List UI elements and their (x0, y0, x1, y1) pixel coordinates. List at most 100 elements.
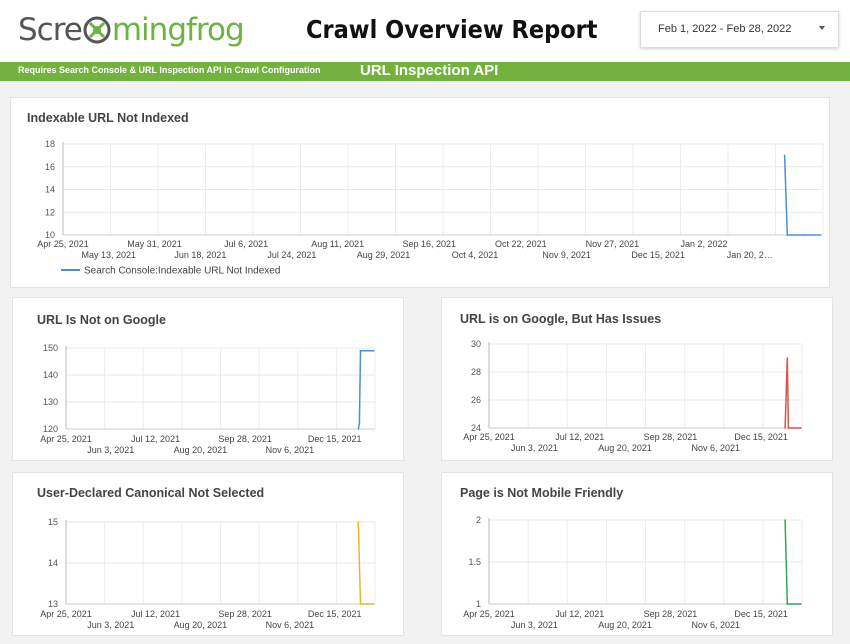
x-tick-label: Aug 20, 2021 (598, 620, 652, 630)
y-tick-label: 1 (476, 599, 481, 609)
data-point (787, 427, 790, 429)
data-point (786, 357, 789, 359)
x-tick-label: May 13, 2021 (82, 250, 137, 260)
data-point (366, 349, 368, 352)
x-tick-label: Jul 24, 2021 (267, 250, 316, 260)
logo-text-part2: mingfrog (111, 12, 245, 48)
y-tick-label: 12 (45, 207, 55, 217)
y-tick-label: 150 (43, 343, 58, 353)
chart-card-url-not-on-google: URL Is Not on Google 120 130 140 150 Apr 25,… (12, 297, 404, 461)
y-tick-label: 130 (43, 397, 58, 407)
y-tick-label: 14 (45, 185, 55, 195)
x-tick-label: Dec 15, 2021 (734, 609, 788, 619)
data-point (800, 603, 802, 605)
screamingfrog-logo: Scre mingfrog (18, 12, 245, 48)
x-tick-label: Nov 9, 2021 (542, 250, 591, 260)
x-tick-label: Jan 2, 2022 (680, 239, 727, 249)
data-point (783, 154, 786, 157)
x-tick-label: Dec 15, 2021 (734, 432, 788, 442)
x-tick-label: Apr 25, 2021 (40, 609, 92, 619)
x-tick-label: Jan 20, 2… (727, 250, 773, 260)
x-tick-label: Aug 20, 2021 (174, 445, 228, 455)
chart-indexable-not-indexed: 1012141618Apr 25, 2021 May 31, 2021 Jul 6,… (37, 139, 824, 277)
x-tick-label: Apr 25, 2021 (40, 434, 92, 444)
x-tick-label: Nov 6, 2021 (692, 620, 741, 630)
x-tick-label: Dec 15, 2021 (308, 609, 362, 619)
data-point (359, 349, 362, 352)
x-tick-label: Sep 28, 2021 (218, 434, 272, 444)
x-tick-label: Jul 12, 2021 (555, 609, 604, 619)
data-point (784, 427, 786, 429)
data-point (786, 603, 789, 605)
x-tick-label: Sep 28, 2021 (644, 609, 698, 619)
y-tick-label: 1.5 (468, 557, 481, 567)
chevron-down-icon[interactable] (819, 26, 825, 30)
x-tick-label: Sep 28, 2021 (644, 432, 698, 442)
page-title: Crawl Overview Report (306, 15, 598, 44)
report-header: Scre mingfrog Crawl Overview Report Feb 1… (0, 0, 850, 62)
data-point (373, 603, 375, 605)
chart-url-not-on-google: 120 130 140 150 Apr 25, 2021 Jul 12, 2021 Sep … (40, 343, 376, 455)
x-tick-label: Nov 6, 2021 (266, 620, 315, 630)
data-point (800, 427, 802, 429)
data-point (358, 422, 361, 425)
x-tick-label: Nov 6, 2021 (266, 445, 315, 455)
x-tick-label: Jul 12, 2021 (131, 609, 180, 619)
y-tick-label: 15 (48, 517, 58, 527)
data-point (373, 349, 375, 352)
y-tick-label: 18 (45, 139, 55, 149)
info-banner: Requires Search Console & URL Inspection… (0, 62, 850, 81)
x-tick-label: Jun 3, 2021 (511, 443, 558, 453)
data-point (793, 603, 795, 605)
chart-card-indexable-not-indexed: Indexable URL Not Indexed 10 12 14 16 18 Apr … (10, 97, 830, 288)
x-tick-label: Jun 3, 2021 (87, 620, 134, 630)
x-tick-label: Dec 15, 2021 (308, 434, 362, 444)
x-tick-label: Aug 20, 2021 (174, 620, 228, 630)
data-point (784, 519, 786, 521)
y-tick-label: 26 (471, 395, 481, 405)
x-tick-label: Aug 20, 2021 (598, 443, 652, 453)
x-tick-label: Sep 28, 2021 (218, 609, 272, 619)
x-tick-label: Jun 3, 2021 (511, 620, 558, 630)
data-point (357, 428, 360, 430)
series-line (783, 155, 821, 236)
chart-canonical-not-selected: 13 14 15 Apr 25, 2021 Jul 12, 2021 Sep 28, 20… (40, 517, 376, 630)
x-tick-label: Oct 22, 2021 (495, 239, 547, 249)
data-point (359, 603, 362, 605)
x-tick-label: Jun 18, 2021 (174, 250, 226, 260)
x-tick-label: Nov 6, 2021 (692, 443, 741, 453)
y-tick-label: 30 (471, 339, 481, 349)
x-tick-label: Aug 11, 2021 (311, 239, 364, 249)
date-range-picker[interactable]: Feb 1, 2022 - Feb 28, 2022 (640, 11, 839, 48)
y-tick-label: 120 (43, 424, 58, 434)
y-tick-label: 140 (43, 370, 58, 380)
y-tick-label: 28 (471, 367, 481, 377)
section-heading: URL Inspection API (360, 62, 499, 79)
x-tick-label: Dec 15, 2021 (631, 250, 685, 260)
x-tick-label: May 31, 2021 (127, 239, 182, 249)
date-range-text: Feb 1, 2022 - Feb 28, 2022 (658, 23, 792, 35)
legend-label: Search Console:Indexable URL Not Indexed (84, 266, 280, 277)
chart-card-not-mobile-friendly: Page is Not Mobile Friendly 1 1.5 2 Apr 25,… (441, 472, 833, 636)
chart-url-on-google-issues: 24262830Apr 25, 2021 Jul 12, 2021 Sep 28, … (463, 339, 803, 453)
x-tick-label: Nov 27, 2021 (586, 239, 640, 249)
x-tick-label: Jul 12, 2021 (131, 434, 180, 444)
data-point (802, 234, 805, 236)
series-line (357, 349, 374, 430)
series-line (784, 357, 801, 429)
x-tick-label: Jun 3, 2021 (87, 445, 134, 455)
data-point (793, 427, 795, 429)
x-tick-label: Oct 4, 2021 (452, 250, 499, 260)
y-tick-label: 13 (48, 599, 58, 609)
y-tick-label: 14 (48, 558, 58, 568)
frog-icon (83, 16, 111, 44)
data-point (366, 603, 368, 605)
x-tick-label: Apr 25, 2021 (37, 239, 89, 249)
data-point (357, 521, 360, 523)
chart-card-url-on-google-issues: URL is on Google, But Has Issues 24 26 28 3… (441, 297, 833, 461)
banner-note: Requires Search Console & URL Inspection… (18, 65, 321, 75)
data-point (786, 234, 789, 236)
y-tick-label: 2 (476, 515, 481, 525)
x-tick-label: Jul 12, 2021 (555, 432, 604, 442)
x-tick-label: Jul 6, 2021 (224, 239, 268, 249)
